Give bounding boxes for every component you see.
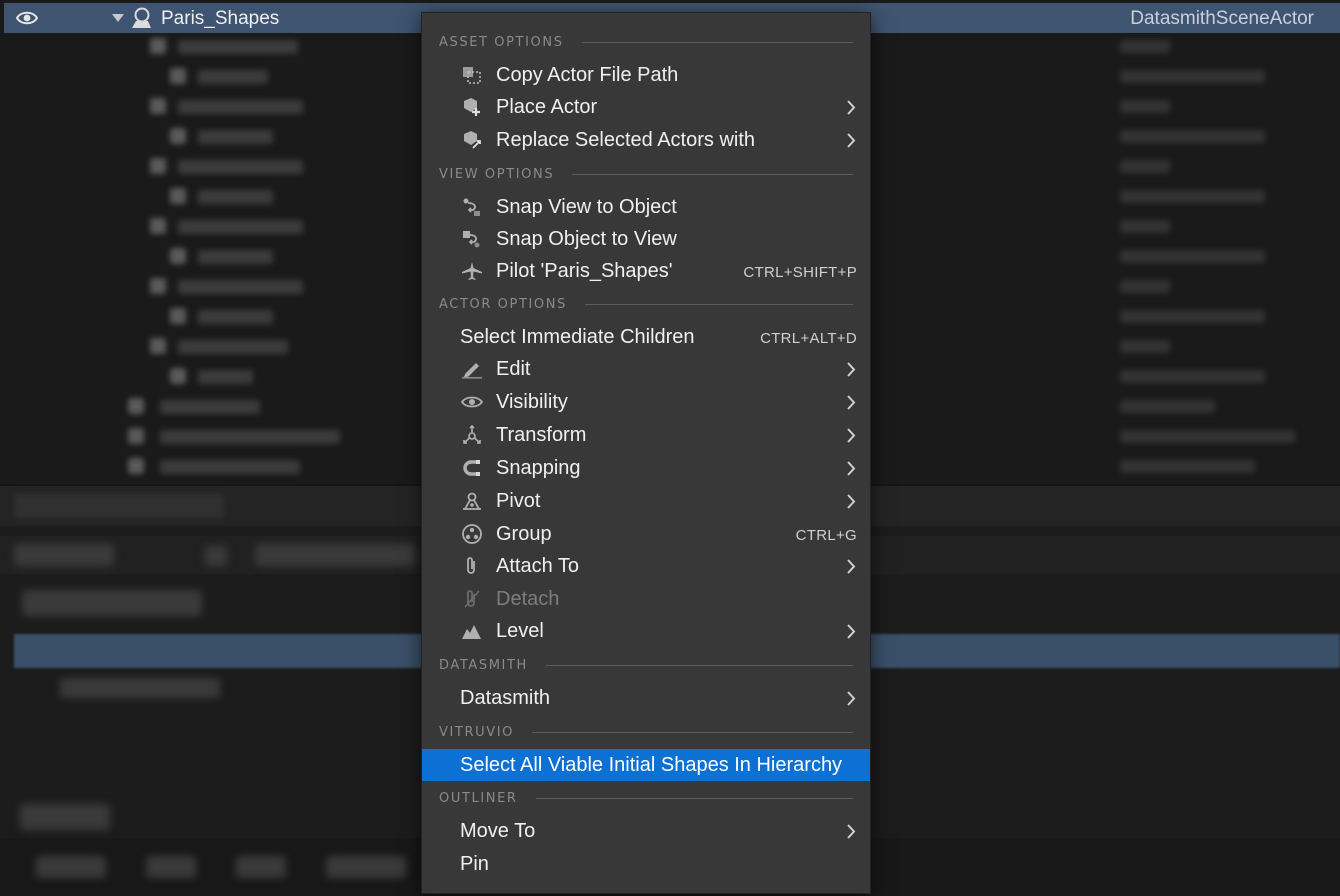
menu-item-label: Snap Object to View xyxy=(496,228,677,250)
menu-item-label: Snap View to Object xyxy=(496,196,677,218)
menu-item-level[interactable]: Level xyxy=(422,616,870,646)
section-actor-options: ACTOR OPTIONS xyxy=(439,294,853,314)
details-row xyxy=(60,678,220,698)
menu-item-label: Level xyxy=(496,620,544,642)
chevron-right-icon xyxy=(846,559,856,574)
actor-icon xyxy=(129,7,153,29)
menu-item-datasmith[interactable]: Datasmith xyxy=(422,683,870,713)
expand-arrow-icon[interactable] xyxy=(112,14,124,22)
detach-icon xyxy=(461,589,483,609)
chevron-right-icon xyxy=(846,494,856,509)
section-header: DATASMITH xyxy=(439,657,528,673)
menu-item-place-actor[interactable]: Place Actor xyxy=(422,92,870,122)
menu-item-label: Snapping xyxy=(496,457,581,479)
menu-item-edit[interactable]: Edit xyxy=(422,354,870,384)
menu-item-label: Visibility xyxy=(496,391,568,413)
menu-item-label: Pivot xyxy=(496,490,541,512)
section-vitruvio: VITRUVIO xyxy=(439,722,853,742)
menu-item-snapping[interactable]: Snapping xyxy=(422,453,870,483)
menu-item-label: Datasmith xyxy=(460,687,551,709)
chevron-right-icon xyxy=(846,362,856,377)
menu-item-pilot-actor[interactable]: Pilot 'Paris_Shapes' CTRL+SHIFT+P xyxy=(422,256,870,286)
magnet-icon xyxy=(461,458,483,478)
chevron-right-icon xyxy=(846,824,856,839)
menu-item-label: Group xyxy=(496,523,552,545)
section-asset-options: ASSET OPTIONS xyxy=(439,32,853,52)
menu-item-group[interactable]: Group CTRL+G xyxy=(422,519,870,549)
paperclip-icon xyxy=(461,556,483,576)
section-header: ASSET OPTIONS xyxy=(439,34,564,50)
section-header: ACTOR OPTIONS xyxy=(439,296,567,312)
shortcut-label: CTRL+G xyxy=(795,527,857,544)
chevron-right-icon xyxy=(846,428,856,443)
menu-item-move-to[interactable]: Move To xyxy=(422,816,870,846)
menu-item-label: Copy Actor File Path xyxy=(496,64,679,86)
pilot-icon xyxy=(461,261,483,281)
section-header: OUTLINER xyxy=(439,790,518,806)
menu-item-label: Move To xyxy=(460,820,536,842)
menu-item-pivot[interactable]: Pivot xyxy=(422,486,870,516)
pencil-icon xyxy=(461,359,483,379)
transform-icon xyxy=(461,425,483,445)
shortcut-label: CTRL+ALT+D xyxy=(760,330,857,347)
copy-path-icon xyxy=(461,65,483,85)
actor-name: Paris_Shapes xyxy=(161,8,280,29)
menu-item-select-viable-initial-shapes[interactable]: Select All Viable Initial Shapes In Hier… xyxy=(422,749,870,781)
menu-item-attach-to[interactable]: Attach To xyxy=(422,551,870,581)
menu-item-detach: Detach xyxy=(422,584,870,614)
menu-item-label: Pilot 'Paris_Shapes' xyxy=(496,260,673,282)
menu-item-copy-actor-file-path[interactable]: Copy Actor File Path xyxy=(422,60,870,90)
details-search xyxy=(20,804,110,830)
menu-item-pin[interactable]: Pin xyxy=(422,849,870,879)
menu-item-snap-object-to-view[interactable]: Snap Object to View xyxy=(422,224,870,254)
menu-item-label: Select Immediate Children xyxy=(460,326,695,348)
menu-item-label: Select All Viable Initial Shapes In Hier… xyxy=(460,754,843,776)
menu-item-label: Attach To xyxy=(496,555,580,577)
menu-item-label: Transform xyxy=(496,424,587,446)
section-outliner: OUTLINER xyxy=(439,788,853,808)
section-header: VITRUVIO xyxy=(439,724,514,740)
menu-item-label: Replace Selected Actors with xyxy=(496,129,756,151)
eye-icon xyxy=(461,392,483,412)
level-icon xyxy=(461,621,483,641)
snap-object-icon xyxy=(461,229,483,249)
section-datasmith: DATASMITH xyxy=(439,655,853,675)
menu-item-snap-view-to-object[interactable]: Snap View to Object xyxy=(422,192,870,222)
group-icon xyxy=(461,524,483,544)
menu-item-transform[interactable]: Transform xyxy=(422,420,870,450)
menu-item-label: Edit xyxy=(496,358,531,380)
menu-item-select-immediate-children[interactable]: Select Immediate Children CTRL+ALT+D xyxy=(422,322,870,352)
section-header: VIEW OPTIONS xyxy=(439,166,555,182)
chevron-right-icon xyxy=(846,133,856,148)
shortcut-label: CTRL+SHIFT+P xyxy=(743,264,857,281)
place-actor-icon xyxy=(461,97,483,117)
menu-item-label: Pin xyxy=(460,853,489,875)
pivot-icon xyxy=(461,491,483,511)
replace-actor-icon xyxy=(461,130,483,150)
chevron-right-icon xyxy=(846,395,856,410)
chevron-right-icon xyxy=(846,624,856,639)
eye-icon[interactable] xyxy=(16,10,38,26)
context-menu: ASSET OPTIONS Copy Actor File Path Place… xyxy=(421,12,871,894)
menu-item-replace-selected-actors[interactable]: Replace Selected Actors with xyxy=(422,125,870,155)
details-header xyxy=(22,590,202,616)
chevron-right-icon xyxy=(846,100,856,115)
section-view-options: VIEW OPTIONS xyxy=(439,164,853,184)
menu-item-label: Place Actor xyxy=(496,96,598,118)
chevron-right-icon xyxy=(846,461,856,476)
menu-item-visibility[interactable]: Visibility xyxy=(422,387,870,417)
chevron-right-icon xyxy=(846,691,856,706)
actor-type: DatasmithSceneActor xyxy=(1130,8,1314,29)
snap-view-icon xyxy=(461,197,483,217)
menu-item-label: Detach xyxy=(496,588,560,610)
